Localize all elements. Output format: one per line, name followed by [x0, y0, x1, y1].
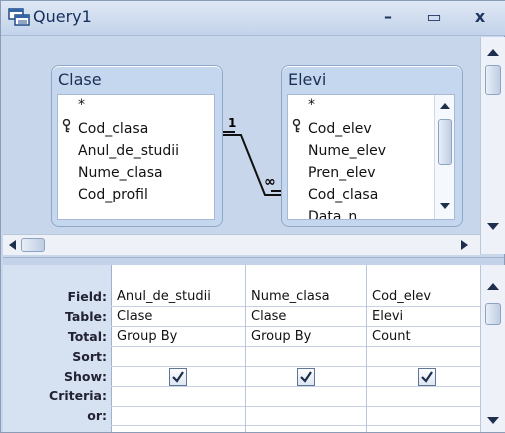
checkmark-icon	[421, 371, 433, 383]
field-item[interactable]: Cod_clasa	[78, 121, 148, 137]
total-cell[interactable]: Group By	[251, 329, 311, 344]
scroll-down-icon[interactable]	[440, 203, 450, 209]
scroll-up-icon[interactable]	[487, 283, 499, 290]
field-cell[interactable]: Cod_elev	[372, 289, 431, 304]
window-title: Query1	[33, 7, 92, 26]
field-item[interactable]: *	[308, 97, 315, 113]
field-cell[interactable]: Nume_clasa	[251, 289, 330, 304]
minimize-button[interactable]: –	[371, 3, 405, 31]
checkmark-icon	[300, 371, 312, 383]
scroll-left-icon[interactable]	[9, 240, 16, 250]
grid-column[interactable]: Cod_elev Elevi Count	[366, 265, 480, 432]
row-label-total: Total:	[67, 329, 107, 344]
field-item[interactable]: Anul_de_studii	[78, 143, 179, 159]
field-item[interactable]: Pren_elev	[308, 165, 376, 181]
field-list-scrollbar[interactable]	[434, 95, 454, 219]
row-label-sort: Sort:	[72, 349, 107, 364]
row-label-show: Show:	[63, 369, 107, 384]
field-item[interactable]: *	[78, 97, 85, 113]
row-label-field: Field:	[67, 289, 107, 304]
show-checkbox[interactable]	[169, 368, 187, 386]
row-label-criteria: Criteria:	[49, 388, 107, 403]
table-elevi-field-list: * Cod_elev Nume_elev Pren_elev Cod_clasa…	[287, 94, 455, 220]
query-design-grid: Field: Table: Total: Sort: Show: Criteri…	[3, 265, 480, 432]
grid-row-labels: Field: Table: Total: Sort: Show: Criteri…	[3, 265, 112, 432]
show-checkbox[interactable]	[418, 368, 436, 386]
close-button[interactable]: x	[463, 3, 497, 31]
maximize-button[interactable]: ▭	[417, 3, 451, 31]
scroll-down-icon[interactable]	[487, 223, 499, 230]
relationship-one-label: 1	[228, 116, 237, 130]
table-clase[interactable]: Clase * Cod_clasa Anul_de_studii Nume_cl…	[51, 65, 223, 227]
field-item[interactable]: Data_n	[308, 209, 357, 219]
scroll-thumb[interactable]	[438, 119, 452, 165]
field-item[interactable]: Cod_elev	[308, 121, 372, 137]
checkmark-icon	[172, 371, 184, 383]
scroll-thumb[interactable]	[485, 303, 501, 325]
design-pane-horizontal-scrollbar[interactable]	[3, 234, 480, 255]
table-cell[interactable]: Elevi	[372, 309, 403, 324]
query-icon	[8, 8, 30, 26]
grid-column[interactable]: Anul_de_studii Clase Group By	[111, 265, 246, 432]
grid-column[interactable]: Nume_clasa Clase Group By	[245, 265, 367, 432]
total-cell[interactable]: Group By	[117, 329, 177, 344]
title-bar: Query1 – ▭ x	[1, 1, 505, 36]
scroll-up-icon[interactable]	[440, 103, 450, 109]
field-item[interactable]: Nume_clasa	[78, 165, 163, 181]
grid-vertical-scrollbar[interactable]	[480, 265, 505, 432]
relationship-many-label: ∞	[264, 174, 276, 190]
field-item[interactable]: Cod_profil	[78, 187, 148, 203]
scroll-down-icon[interactable]	[487, 417, 499, 424]
primary-key-icon	[62, 119, 71, 133]
scroll-up-icon[interactable]	[487, 49, 499, 56]
table-clase-field-list: * Cod_clasa Anul_de_studii Nume_clasa Co…	[57, 94, 215, 220]
table-elevi[interactable]: Elevi * Cod_elev Nume_elev Pren_elev Cod…	[281, 65, 463, 227]
primary-key-icon	[292, 119, 301, 133]
scroll-thumb[interactable]	[485, 65, 501, 95]
table-cell[interactable]: Clase	[117, 309, 152, 324]
total-cell[interactable]: Count	[372, 329, 411, 344]
table-clase-title: Clase	[58, 70, 102, 89]
field-item[interactable]: Nume_elev	[308, 143, 386, 159]
row-label-or: or:	[87, 408, 107, 423]
show-checkbox[interactable]	[297, 368, 315, 386]
row-label-table: Table:	[64, 309, 107, 324]
scroll-thumb[interactable]	[21, 238, 45, 252]
scroll-right-icon[interactable]	[461, 240, 468, 250]
table-cell[interactable]: Clase	[251, 309, 286, 324]
table-elevi-title: Elevi	[288, 70, 327, 89]
design-pane-vertical-scrollbar[interactable]	[480, 37, 505, 254]
table-design-pane: Clase * Cod_clasa Anul_de_studii Nume_cl…	[3, 37, 480, 233]
query-window: Query1 – ▭ x Clase * Cod_clasa Anul_de_s…	[0, 0, 505, 433]
field-cell[interactable]: Anul_de_studii	[117, 289, 211, 304]
field-item[interactable]: Cod_clasa	[308, 187, 378, 203]
